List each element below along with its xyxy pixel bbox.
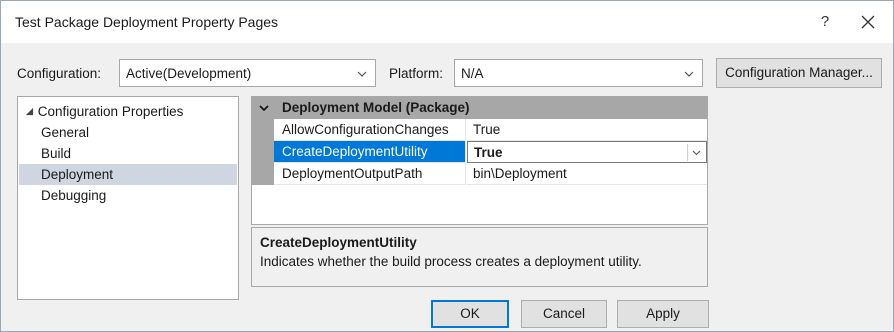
title-bar: Test Package Deployment Property Pages ? bbox=[1, 1, 893, 43]
tree-item-build[interactable]: Build bbox=[19, 143, 237, 164]
property-value-editor[interactable]: True bbox=[467, 141, 707, 163]
platform-select[interactable]: N/A bbox=[454, 59, 703, 87]
platform-value: N/A bbox=[461, 66, 484, 81]
tree-item-general[interactable]: General bbox=[19, 122, 237, 143]
chevron-down-icon bbox=[357, 71, 367, 77]
configuration-select[interactable]: Active(Development) bbox=[119, 59, 376, 87]
property-value[interactable]: True bbox=[467, 119, 707, 141]
property-row[interactable]: AllowConfigurationChanges True bbox=[252, 119, 707, 141]
window-title: Test Package Deployment Property Pages bbox=[15, 14, 279, 30]
property-name: DeploymentOutputPath bbox=[274, 163, 466, 185]
collapse-chevron-icon[interactable] bbox=[258, 102, 270, 114]
close-icon[interactable] bbox=[853, 9, 883, 35]
property-value[interactable]: bin\Deployment bbox=[467, 163, 707, 185]
tree-item-deployment[interactable]: Deployment bbox=[19, 164, 237, 185]
chevron-down-icon bbox=[692, 150, 701, 156]
tree-root[interactable]: Configuration Properties bbox=[19, 101, 237, 122]
value-dropdown-button[interactable] bbox=[687, 144, 704, 161]
property-grid[interactable]: Deployment Model (Package) AllowConfigur… bbox=[251, 96, 708, 225]
configuration-manager-button[interactable]: Configuration Manager... bbox=[716, 58, 882, 88]
configuration-label: Configuration: bbox=[17, 66, 102, 81]
category-row[interactable]: Deployment Model (Package) bbox=[252, 97, 707, 119]
description-title: CreateDeploymentUtility bbox=[260, 235, 417, 250]
row-gutter bbox=[252, 163, 274, 185]
expanded-triangle-icon bbox=[25, 107, 34, 116]
apply-button[interactable]: Apply bbox=[617, 300, 709, 328]
description-panel: CreateDeploymentUtility Indicates whethe… bbox=[251, 227, 708, 287]
property-value: True bbox=[474, 145, 503, 160]
property-row[interactable]: DeploymentOutputPath bin\Deployment bbox=[252, 163, 707, 185]
category-label: Deployment Model (Package) bbox=[282, 100, 470, 115]
help-button[interactable]: ? bbox=[813, 11, 837, 33]
description-text: Indicates whether the build process crea… bbox=[260, 254, 642, 269]
property-row-selected[interactable]: CreateDeploymentUtility True bbox=[252, 141, 707, 163]
property-pages-dialog: Test Package Deployment Property Pages ?… bbox=[0, 0, 894, 332]
tree-root-label: Configuration Properties bbox=[37, 104, 184, 119]
configuration-tree[interactable]: Configuration Properties General Build D… bbox=[17, 96, 239, 300]
configuration-value: Active(Development) bbox=[126, 66, 252, 81]
row-gutter bbox=[252, 141, 274, 163]
property-name: AllowConfigurationChanges bbox=[274, 119, 466, 141]
ok-button[interactable]: OK bbox=[431, 300, 509, 328]
cancel-button[interactable]: Cancel bbox=[521, 300, 607, 328]
chevron-down-icon bbox=[684, 71, 694, 77]
property-name: CreateDeploymentUtility bbox=[274, 141, 466, 163]
platform-label: Platform: bbox=[389, 66, 444, 81]
row-gutter bbox=[252, 119, 274, 141]
tree-item-debugging[interactable]: Debugging bbox=[19, 185, 237, 206]
